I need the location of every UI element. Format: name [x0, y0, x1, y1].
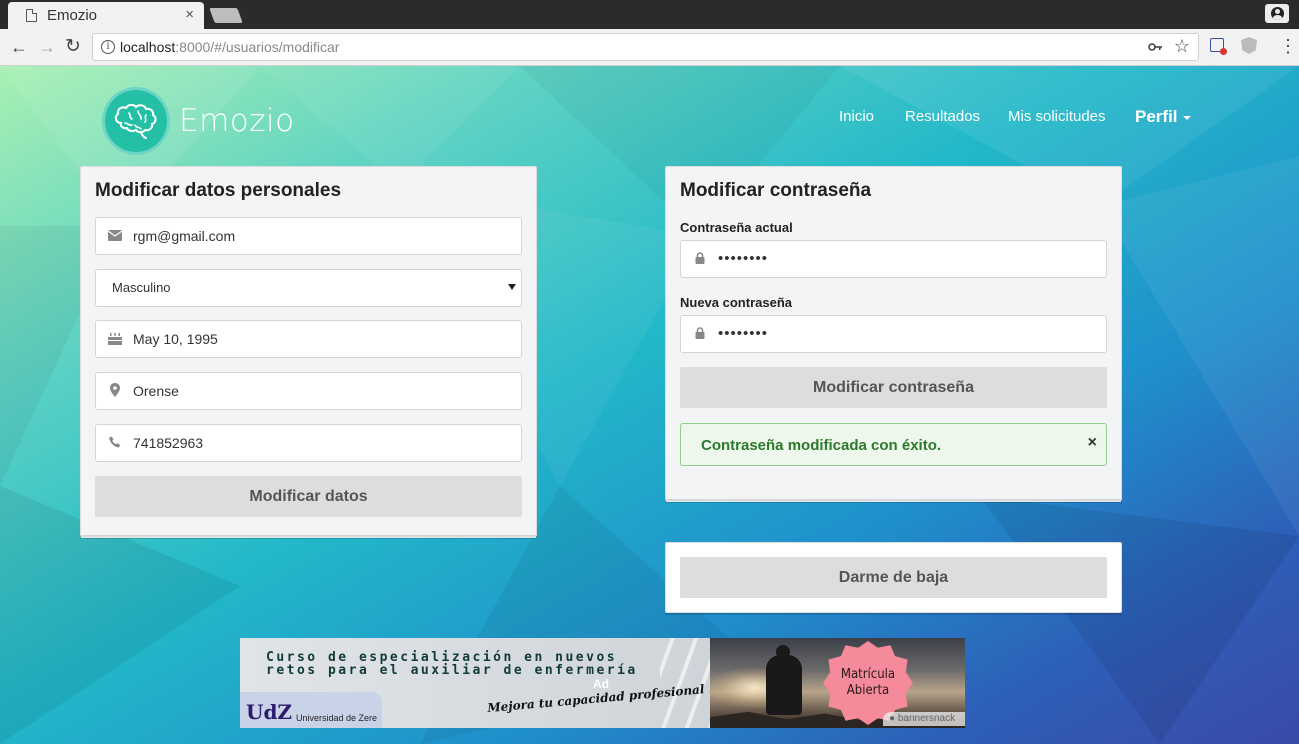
select-arrow-icon — [508, 284, 516, 290]
new-password-label: Nueva contraseña — [680, 295, 792, 310]
info-icon[interactable]: i — [101, 40, 115, 54]
modify-data-button[interactable]: Modificar datos — [95, 476, 522, 517]
email-value: rgm@gmail.com — [133, 228, 236, 244]
unsubscribe-card: Darme de baja — [665, 542, 1122, 613]
university-name: Universidad de Zere — [296, 713, 378, 723]
brand[interactable]: Emozio — [102, 87, 295, 155]
phone-icon — [108, 435, 122, 449]
current-password-label: Contraseña actual — [680, 220, 793, 235]
birthdate-value: May 10, 1995 — [133, 331, 218, 347]
brain-logo-icon — [102, 87, 170, 155]
lock-icon — [693, 326, 707, 340]
personal-data-title: Modificar datos personales — [95, 180, 342, 201]
browser-tab-strip: Emozio × — [0, 0, 1299, 29]
nav-profile-dropdown[interactable]: Perfil — [1135, 107, 1191, 127]
badge-line2: Abierta — [846, 683, 890, 698]
card-underline — [666, 499, 1121, 502]
password-card-title: Modificar contraseña — [680, 180, 872, 201]
phone-field[interactable]: 741852963 — [95, 424, 522, 462]
lock-icon — [693, 251, 707, 265]
udz-logo-text: UdZ — [246, 700, 293, 724]
tab-close-icon[interactable]: × — [185, 6, 194, 23]
browser-tab[interactable]: Emozio × — [8, 2, 204, 29]
modify-password-button[interactable]: Modificar contraseña — [680, 367, 1107, 408]
new-tab-button[interactable] — [209, 8, 243, 23]
back-arrow-icon[interactable]: ← — [10, 37, 28, 57]
unsubscribe-button[interactable]: Darme de baja — [680, 557, 1107, 598]
city-field[interactable]: Orense — [95, 372, 522, 410]
account-icon — [1270, 7, 1284, 20]
tab-title: Emozio — [47, 7, 98, 24]
city-value: Orense — [133, 383, 179, 399]
browser-menu-icon[interactable]: ⋮ — [1279, 37, 1297, 55]
personal-data-card: Modificar datos personales rgm@gmail.com… — [80, 166, 537, 538]
browser-toolbar: ← → ↻ i localhost:8000/#/usuarios/modifi… — [0, 29, 1299, 66]
caret-down-icon — [1182, 115, 1191, 120]
ad-provider: bannersnack — [897, 713, 956, 724]
url-text[interactable]: localhost:8000/#/usuarios/modificar — [120, 39, 339, 55]
success-alert: Contraseña modificada con éxito. × — [680, 423, 1107, 466]
password-card: Modificar contraseña Contraseña actual •… — [665, 166, 1122, 502]
current-password-value: •••••••• — [718, 250, 769, 267]
birthdate-field[interactable]: May 10, 1995 — [95, 320, 522, 358]
url-path: :8000/#/usuarios/modificar — [175, 39, 340, 55]
nav-link-inicio[interactable]: Inicio — [839, 108, 874, 125]
new-password-field[interactable]: •••••••• — [680, 315, 1107, 353]
ad-photo-person — [766, 645, 802, 715]
gender-value: Masculino — [112, 280, 171, 295]
ad-tag: Ad — [593, 677, 609, 691]
ad-headline-line2: retos para el auxiliar de enfermería — [266, 663, 638, 678]
browser-profile-button[interactable] — [1265, 4, 1289, 23]
url-host: localhost — [120, 39, 176, 55]
gender-select[interactable]: Masculino — [95, 269, 522, 307]
ad-university-logo: UdZ Universidad de Zere — [240, 692, 382, 728]
ad-banner[interactable]: Curso de especialización en nuevos retos… — [240, 638, 965, 728]
key-icon[interactable] — [1148, 39, 1162, 55]
phone-value: 741852963 — [133, 435, 204, 451]
bookmark-star-icon[interactable]: ☆ — [1174, 36, 1190, 57]
brand-name[interactable]: Emozio — [179, 103, 295, 139]
angular-extension-icon[interactable] — [1241, 37, 1257, 54]
reload-icon[interactable]: ↻ — [65, 37, 81, 57]
envelope-icon — [108, 228, 122, 242]
bannersnack-label: ● bannersnack — [883, 712, 965, 726]
badge-line1: Matrícula — [840, 667, 896, 682]
page-icon — [26, 9, 37, 22]
map-marker-icon — [108, 383, 122, 397]
email-field[interactable]: rgm@gmail.com — [95, 217, 522, 255]
badge-text: Matrícula Abierta — [841, 667, 895, 699]
profile-label: Perfil — [1135, 107, 1178, 126]
nav-link-mis-solicitudes[interactable]: Mis solicitudes — [1008, 108, 1106, 125]
card-underline — [81, 535, 536, 538]
alert-close-icon[interactable]: × — [1088, 434, 1097, 452]
forward-arrow-icon[interactable]: → — [38, 37, 56, 57]
current-password-field[interactable]: •••••••• — [680, 240, 1107, 278]
birthday-cake-icon — [108, 331, 122, 345]
new-password-value: •••••••• — [718, 325, 769, 342]
success-alert-message: Contraseña modificada con éxito. — [701, 437, 942, 454]
nav-link-resultados[interactable]: Resultados — [905, 108, 980, 125]
extension-icon[interactable] — [1210, 38, 1227, 55]
address-bar[interactable]: i localhost:8000/#/usuarios/modificar ☆ — [92, 33, 1199, 61]
page-background: Emozio Inicio Resultados Mis solicitudes… — [0, 66, 1299, 744]
